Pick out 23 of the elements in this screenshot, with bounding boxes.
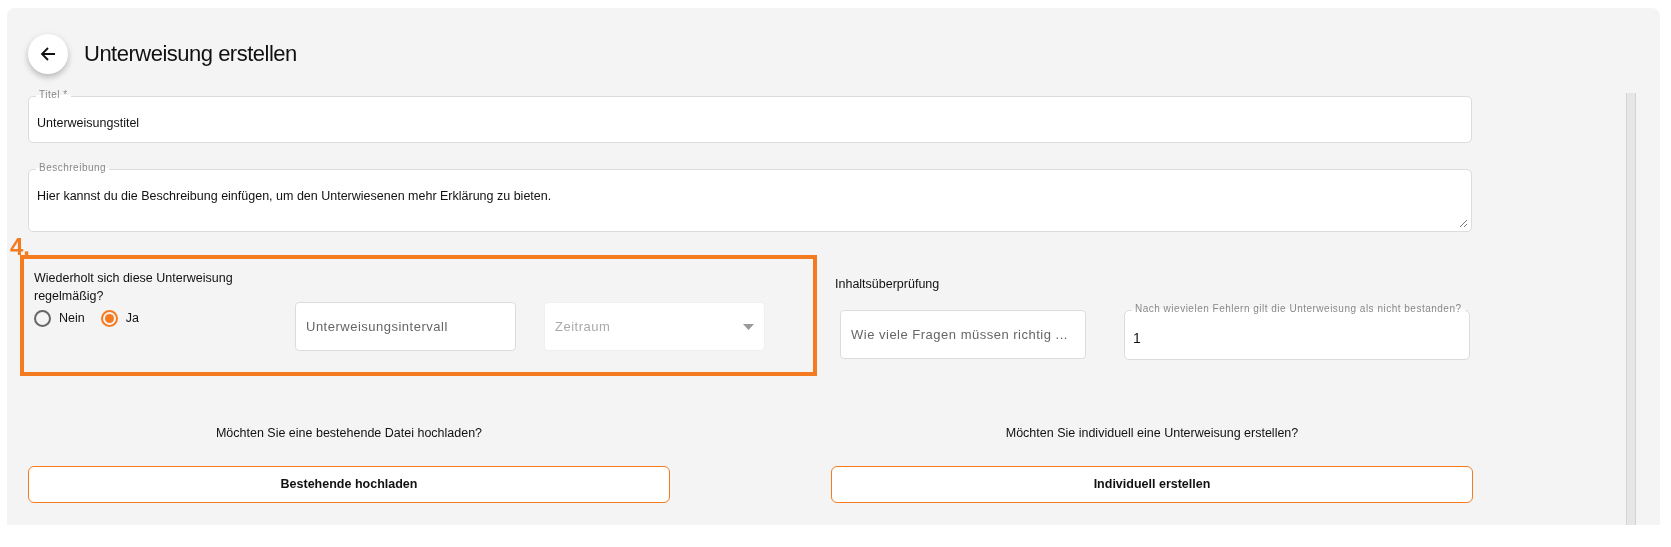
scrollbar[interactable] [1626,93,1636,525]
radio-option[interactable]: Nein [34,309,85,328]
action-button[interactable]: Individuell erstellen [831,465,1473,503]
interval-field[interactable]: Unterweisungsintervall [295,302,516,351]
required-correct-field[interactable]: Wie viele Fragen müssen richtig ... [840,309,1086,359]
field-label: Titel * [36,90,71,100]
question-text: Möchten Sie eine bestehende Datei hochladen? [215,425,483,442]
question-text: Wiederholt sich diese Unterweisung regelmäßig? [34,270,234,306]
question-text: Möchten Sie individuell eine Unterweisung erstellen? [1005,425,1299,442]
field-value: 1 [1132,328,1142,348]
action-button[interactable]: Bestehende hochladen [28,465,670,503]
field-value: Unterweisungstitel [36,115,141,132]
dropdown-caret-icon [743,323,754,330]
back-button[interactable] [28,34,68,74]
section-heading: Inhaltsüberprüfung [835,276,941,293]
field-label: Nach wievielen Fehlern gilt die Unterweisung als nicht bestanden? [1132,303,1465,314]
radio-option[interactable]: Ja [100,309,139,328]
resize-handle-icon[interactable] [1459,219,1467,227]
field-value: Hier kannst du die Beschreibung einfügen, um den Unterwiesenen mehr Erklärung zu bieten. [36,188,553,205]
page-title: Unterweisung erstellen [84,40,297,68]
back-arrow-icon [40,46,56,62]
step-marker: 4. [10,232,31,256]
field-label: Beschreibung [36,163,110,173]
